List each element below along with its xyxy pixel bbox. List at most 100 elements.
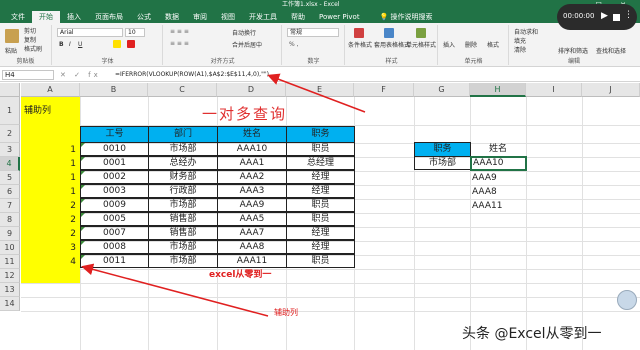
- table-cell[interactable]: 0003: [80, 184, 149, 198]
- table-cell[interactable]: 职员: [286, 142, 355, 156]
- table-format-icon[interactable]: [384, 28, 394, 38]
- sheet-title[interactable]: 一对多查询: [202, 103, 287, 124]
- table-cell[interactable]: 职员: [286, 198, 355, 212]
- lookup-result-cell[interactable]: AAA9: [472, 171, 497, 185]
- table-cell[interactable]: 市场部: [148, 254, 218, 268]
- lookup-result-header[interactable]: 姓名: [470, 142, 526, 156]
- underline-icon[interactable]: U: [78, 41, 82, 48]
- aux-cell[interactable]: 4: [22, 255, 78, 269]
- row-header-6[interactable]: 6: [0, 185, 20, 199]
- col-header-a[interactable]: A: [21, 83, 80, 97]
- avatar[interactable]: [617, 290, 637, 310]
- cell-styles-button[interactable]: 单元格样式: [406, 40, 436, 49]
- table-cell[interactable]: AAA10: [217, 142, 287, 156]
- formula-icons[interactable]: ✕ ✓ fx: [60, 70, 101, 80]
- tab-developer[interactable]: 开发工具: [242, 11, 284, 23]
- insert-button[interactable]: 插入: [443, 40, 455, 49]
- font-color-icon[interactable]: [127, 40, 135, 48]
- font-size-select[interactable]: 10: [125, 28, 145, 37]
- conditional-format-icon[interactable]: [354, 28, 364, 38]
- table-cell[interactable]: AAA8: [217, 240, 287, 254]
- table-cell[interactable]: 职员: [286, 254, 355, 268]
- lookup-criteria-cell[interactable]: 市场部: [414, 156, 471, 170]
- aux-cell[interactable]: 2: [22, 227, 78, 241]
- row-header-9[interactable]: 9: [0, 227, 20, 241]
- wrap-text-button[interactable]: 自动换行: [232, 28, 256, 37]
- col-header-i[interactable]: I: [526, 83, 582, 97]
- formula-input[interactable]: =IFERROR(VLOOKUP(ROW(A1),$A$2:$E$11,4,0)…: [113, 70, 633, 80]
- table-cell[interactable]: AAA1: [217, 156, 287, 170]
- bold-icon[interactable]: B: [59, 41, 64, 48]
- lookup-label-cell[interactable]: 职务: [414, 142, 471, 157]
- table-cell[interactable]: 经理: [286, 240, 355, 254]
- table-header-name[interactable]: 姓名: [217, 126, 287, 143]
- table-cell[interactable]: AAA5: [217, 212, 287, 226]
- table-cell[interactable]: 销售部: [148, 212, 218, 226]
- col-header-b[interactable]: B: [80, 83, 148, 97]
- table-cell[interactable]: AAA2: [217, 170, 287, 184]
- table-cell[interactable]: 0007: [80, 226, 149, 240]
- italic-icon[interactable]: I: [69, 41, 71, 48]
- copy-button[interactable]: 复制: [24, 35, 36, 44]
- tab-help[interactable]: 帮助: [284, 11, 312, 23]
- row-header-7[interactable]: 7: [0, 199, 20, 213]
- row-header-8[interactable]: 8: [0, 213, 20, 227]
- table-header-dept[interactable]: 部门: [148, 126, 218, 143]
- tab-data[interactable]: 数据: [158, 11, 186, 23]
- table-cell[interactable]: AAA11: [217, 254, 287, 268]
- aux-cell[interactable]: 1: [22, 143, 78, 157]
- cell-styles-icon[interactable]: [416, 28, 426, 38]
- table-cell[interactable]: 0002: [80, 170, 149, 184]
- lookup-result-active-cell[interactable]: AAA10: [470, 156, 527, 171]
- col-header-c[interactable]: C: [148, 83, 217, 97]
- fill-color-icon[interactable]: [113, 40, 121, 48]
- row-header-13[interactable]: 13: [0, 283, 20, 297]
- col-header-e[interactable]: E: [286, 83, 354, 97]
- table-cell[interactable]: 总经办: [148, 156, 218, 170]
- table-cell[interactable]: AAA9: [217, 198, 287, 212]
- table-cell[interactable]: 职员: [286, 212, 355, 226]
- table-cell[interactable]: 0001: [80, 156, 149, 170]
- table-cell[interactable]: 经理: [286, 170, 355, 184]
- name-box[interactable]: H4: [2, 70, 54, 80]
- align-left-icon[interactable]: ≡ ≡ ≡: [170, 40, 189, 47]
- merge-center-button[interactable]: 合并后居中: [232, 40, 262, 49]
- tell-me-search[interactable]: 💡 操作说明搜索: [373, 11, 440, 23]
- row-header-12[interactable]: 12: [0, 269, 20, 283]
- play-icon[interactable]: ▶: [601, 11, 608, 21]
- fill-button[interactable]: 填充: [514, 36, 526, 45]
- paste-button[interactable]: 粘贴: [5, 46, 17, 55]
- tab-review[interactable]: 审阅: [186, 11, 214, 23]
- sort-filter-button[interactable]: 排序和筛选: [558, 46, 588, 55]
- format-as-table-button[interactable]: 套用表格格式: [374, 40, 410, 49]
- table-cell[interactable]: 0005: [80, 212, 149, 226]
- table-cell[interactable]: 经理: [286, 184, 355, 198]
- percent-icon[interactable]: % ,: [289, 41, 299, 48]
- align-top-icon[interactable]: ≡ ≡ ≡: [170, 28, 189, 35]
- table-cell[interactable]: 0011: [80, 254, 149, 268]
- conditional-format-button[interactable]: 条件格式: [348, 40, 372, 49]
- table-header-id[interactable]: 工号: [80, 126, 149, 143]
- table-cell[interactable]: 0008: [80, 240, 149, 254]
- number-format-select[interactable]: 常规: [287, 28, 339, 37]
- table-cell[interactable]: 经理: [286, 226, 355, 240]
- col-header-j[interactable]: J: [582, 83, 640, 97]
- row-header-3[interactable]: 3: [0, 143, 20, 157]
- format-painter-button[interactable]: 格式刷: [24, 44, 42, 53]
- autosum-button[interactable]: 自动求和: [514, 27, 538, 36]
- col-header-d[interactable]: D: [217, 83, 286, 97]
- tab-formulas[interactable]: 公式: [130, 11, 158, 23]
- table-cell[interactable]: 总经理: [286, 156, 355, 170]
- table-cell[interactable]: 市场部: [148, 142, 218, 156]
- paste-icon[interactable]: [5, 29, 19, 43]
- row-header-2[interactable]: 2: [0, 125, 20, 143]
- aux-cell[interactable]: 1: [22, 171, 78, 185]
- table-cell[interactable]: AAA3: [217, 184, 287, 198]
- stop-icon[interactable]: [613, 14, 620, 21]
- tab-view[interactable]: 视图: [214, 11, 242, 23]
- lookup-result-cell[interactable]: AAA8: [472, 185, 497, 199]
- table-cell[interactable]: 市场部: [148, 198, 218, 212]
- tab-insert[interactable]: 插入: [60, 11, 88, 23]
- find-select-button[interactable]: 查找和选择: [596, 46, 626, 55]
- aux-cell[interactable]: 2: [22, 213, 78, 227]
